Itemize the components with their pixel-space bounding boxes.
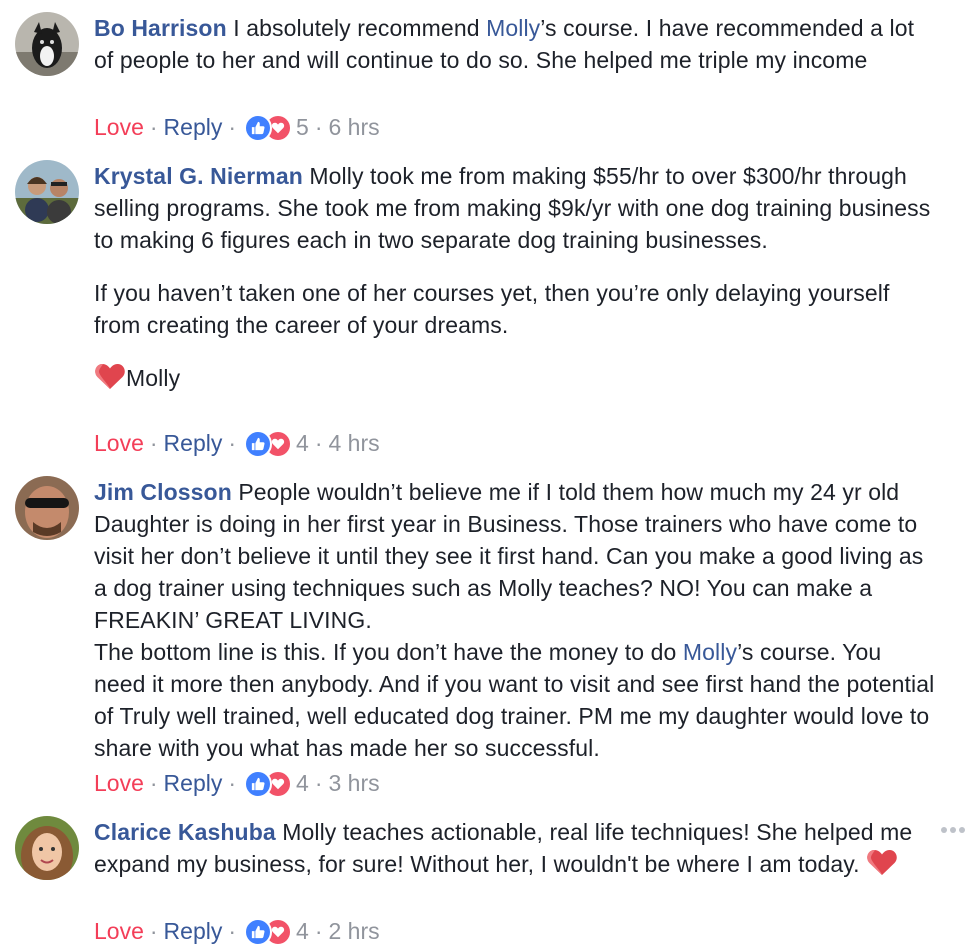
signoff: Molly	[94, 362, 939, 398]
reply-button[interactable]: Reply	[164, 427, 223, 459]
comment-body: Clarice Kashuba Molly teaches actionable…	[94, 816, 939, 884]
heart-emoji-icon	[866, 848, 898, 884]
author-name[interactable]: Clarice Kashuba	[94, 819, 276, 845]
comment-text: If you haven’t taken one of her courses …	[94, 280, 890, 338]
reactions-summary[interactable]	[244, 770, 293, 798]
reply-button[interactable]: Reply	[164, 111, 223, 143]
timestamp[interactable]: 2 hrs	[329, 915, 380, 947]
timestamp[interactable]: 3 hrs	[329, 767, 380, 799]
avatar[interactable]	[15, 160, 79, 224]
avatar[interactable]	[15, 476, 79, 540]
love-button[interactable]: Love	[94, 111, 144, 143]
separator: ·	[149, 114, 158, 140]
reaction-count[interactable]: 4	[296, 767, 309, 799]
comment-body: Bo Harrison I absolutely recommend Molly…	[94, 12, 939, 76]
avatar[interactable]	[15, 816, 79, 880]
author-name[interactable]: Jim Closson	[94, 479, 232, 505]
timestamp[interactable]: 6 hrs	[329, 111, 380, 143]
comment-actions: Love · Reply · 4 · 3 hrs	[94, 767, 380, 799]
reactions-summary[interactable]	[244, 430, 293, 458]
separator: ·	[314, 770, 323, 796]
reply-button[interactable]: Reply	[164, 767, 223, 799]
comment-actions: Love · Reply · 4 · 2 hrs	[94, 915, 380, 947]
separator: ·	[314, 430, 323, 456]
reaction-count[interactable]: 5	[296, 111, 309, 143]
reactions-summary[interactable]	[244, 918, 293, 946]
love-button[interactable]: Love	[94, 767, 144, 799]
separator: ·	[149, 770, 158, 796]
separator: ·	[228, 918, 237, 944]
avatar[interactable]	[15, 12, 79, 76]
separator: ·	[149, 430, 158, 456]
separator: ·	[314, 114, 323, 140]
author-name[interactable]: Krystal G. Nierman	[94, 163, 303, 189]
separator: ·	[228, 430, 237, 456]
like-icon	[244, 918, 273, 946]
mention-link[interactable]: Molly	[486, 15, 540, 41]
like-icon	[244, 114, 273, 142]
reactions-summary[interactable]	[244, 114, 293, 142]
heart-emoji-icon	[94, 362, 126, 398]
like-icon	[244, 430, 273, 458]
separator: ·	[314, 918, 323, 944]
reaction-count[interactable]: 4	[296, 427, 309, 459]
separator: ·	[228, 114, 237, 140]
timestamp[interactable]: 4 hrs	[329, 427, 380, 459]
like-icon	[244, 770, 273, 798]
comment-actions: Love · Reply · 5 · 6 hrs	[94, 111, 380, 143]
more-options-icon[interactable]	[940, 822, 966, 840]
author-name[interactable]: Bo Harrison	[94, 15, 227, 41]
reaction-count[interactable]: 4	[296, 915, 309, 947]
comment-text: I absolutely recommend	[226, 15, 487, 41]
comment-body: Jim Closson People wouldn’t believe me i…	[94, 476, 939, 764]
mention-link[interactable]: Molly	[683, 639, 737, 665]
love-button[interactable]: Love	[94, 427, 144, 459]
separator: ·	[228, 770, 237, 796]
love-button[interactable]: Love	[94, 915, 144, 947]
reply-button[interactable]: Reply	[164, 915, 223, 947]
separator: ·	[149, 918, 158, 944]
comment-text: The bottom line is this. If you don’t ha…	[94, 639, 683, 665]
comment-body: Krystal G. Nierman Molly took me from ma…	[94, 160, 939, 398]
comment-actions: Love · Reply · 4 · 4 hrs	[94, 427, 380, 459]
